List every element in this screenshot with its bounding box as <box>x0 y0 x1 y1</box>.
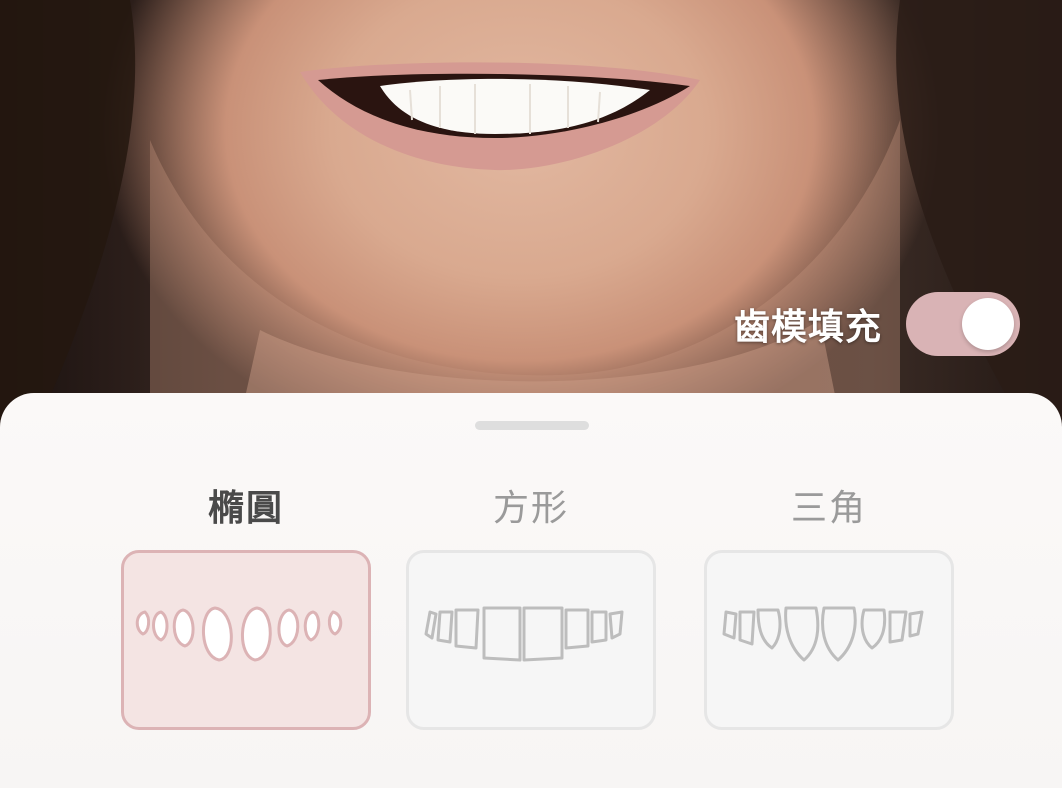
teeth-fill-label: 齒模填充 <box>733 307 882 348</box>
teeth-fill-toggle-row: 齒模填充 <box>734 292 1020 356</box>
triangle-teeth-icon <box>722 606 924 662</box>
option-square[interactable]: 方形 <box>406 485 656 730</box>
teeth-fill-toggle[interactable] <box>906 292 1020 356</box>
option-triangle-label: 三角 <box>790 488 867 529</box>
sheet-drag-handle[interactable] <box>475 421 589 430</box>
toggle-knob <box>962 298 1014 350</box>
option-triangle-card[interactable] <box>704 550 954 730</box>
bottom-sheet: 橢圓 方形 三角 <box>0 393 1062 788</box>
face-photo <box>0 0 1062 420</box>
square-teeth-icon <box>424 606 624 662</box>
option-triangle[interactable]: 三角 <box>704 485 954 730</box>
option-oval-card[interactable] <box>121 550 371 730</box>
option-oval-label: 橢圓 <box>207 488 284 529</box>
option-square-card[interactable] <box>406 550 656 730</box>
option-oval[interactable]: 橢圓 <box>121 485 371 730</box>
oval-teeth-icon <box>135 606 343 662</box>
option-square-label: 方形 <box>492 488 569 529</box>
